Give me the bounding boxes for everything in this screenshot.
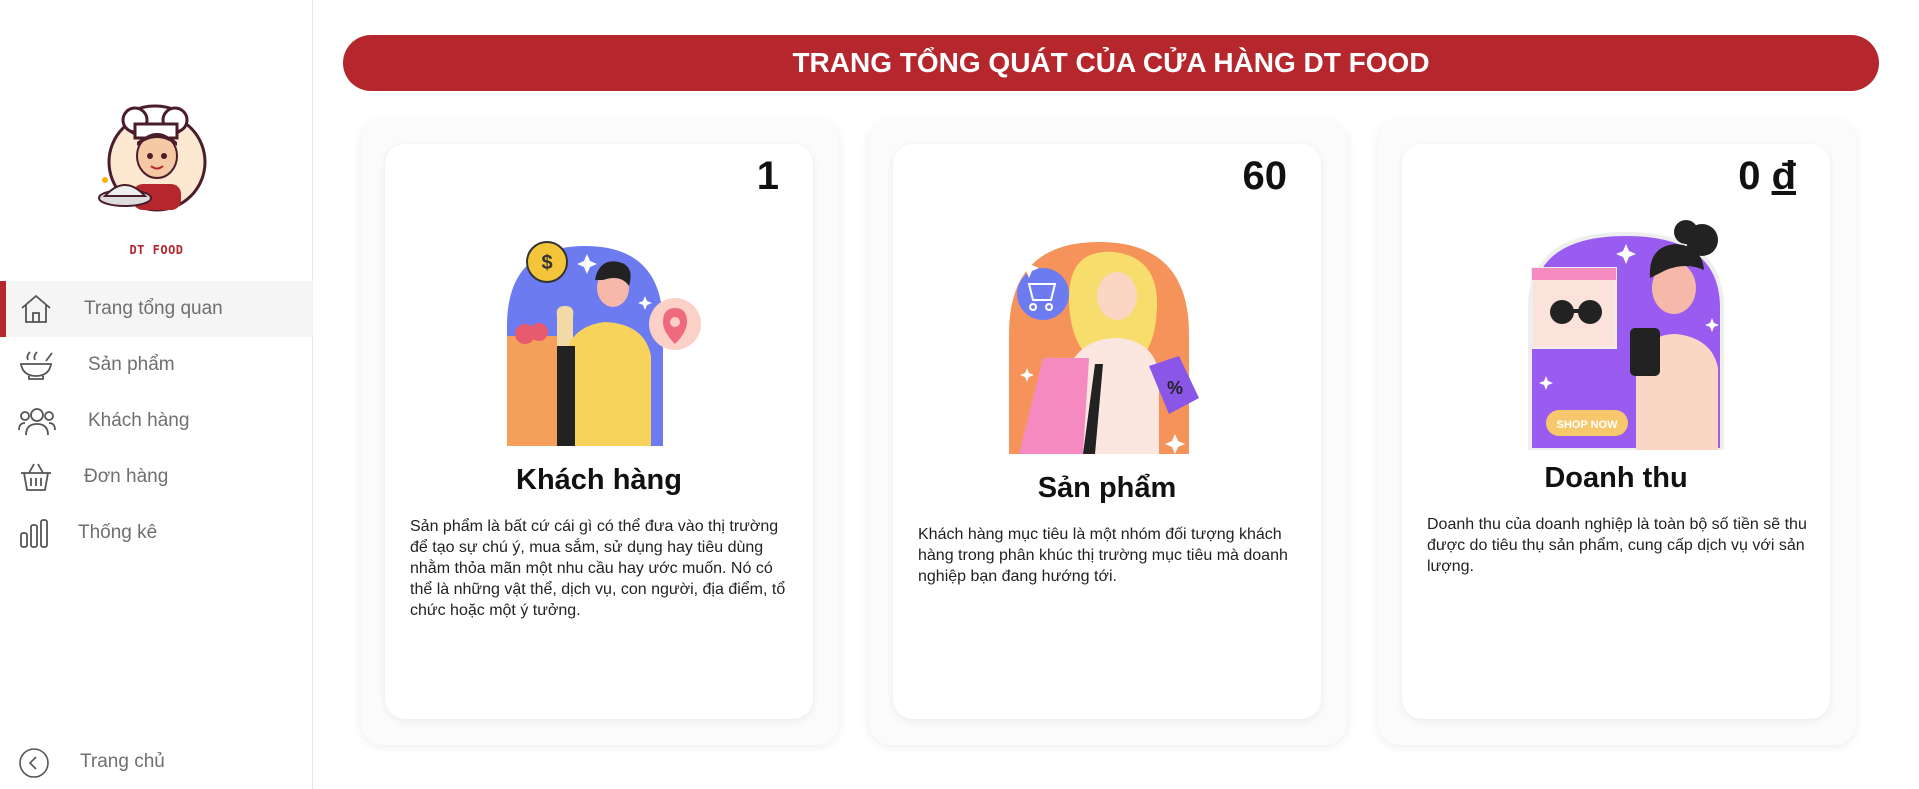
sidebar-item-label: Khách hàng xyxy=(88,410,190,431)
sidebar-item-label: Đơn hàng xyxy=(84,466,169,487)
card-description: Khách hàng mục tiêu là một nhóm đối tượn… xyxy=(918,526,1288,585)
app: DT FOOD Trang tổng quan Sản phẩm Khách h… xyxy=(0,0,1919,789)
revenue-amount: 0 đ xyxy=(1738,154,1796,199)
card-description: Doanh thu của doanh nghiệp là toàn bộ số… xyxy=(1427,516,1807,575)
revenue-illustration: SHOP NOW xyxy=(1526,218,1726,455)
sidebar-item-products[interactable]: Sản phẩm xyxy=(0,337,313,393)
sidebar-item-overview[interactable]: Trang tổng quan xyxy=(0,281,313,337)
bar-chart-icon xyxy=(18,517,54,549)
card-description: Sản phẩm là bất cứ cái gì có thể đưa vào… xyxy=(410,518,786,619)
customers-illustration: $ xyxy=(495,236,715,451)
home-icon xyxy=(18,293,54,325)
customers-card: 1 $ Khách hàng Sản phẩm là bất cứ cái gì… xyxy=(361,120,839,745)
chevron-left-circle-icon xyxy=(18,747,50,779)
svg-text:$: $ xyxy=(541,252,552,274)
shop-now-badge: SHOP NOW xyxy=(1557,419,1619,431)
revenue-value: 0 xyxy=(1738,154,1761,198)
users-icon xyxy=(18,405,56,437)
revenue-card: 0 đ SHOP NOW Doanh thu Doanh thu của doa… xyxy=(1378,120,1856,745)
card-inner: 0 đ SHOP NOW Doanh thu Doanh thu của doa… xyxy=(1402,144,1830,719)
sidebar-item-label: Trang tổng quan xyxy=(84,298,223,319)
products-card: 60 % Sản phẩm Khách hàng mục tiêu là một… xyxy=(869,120,1347,745)
card-title: Khách hàng xyxy=(516,464,682,496)
card-inner: 60 % Sản phẩm Khách hàng mục tiêu là một… xyxy=(893,144,1321,719)
sidebar-item-statistics[interactable]: Thống kê xyxy=(0,505,313,561)
sidebar: DT FOOD Trang tổng quan Sản phẩm Khách h… xyxy=(0,0,313,789)
sidebar-item-orders[interactable]: Đơn hàng xyxy=(0,449,313,505)
products-count: 60 xyxy=(1242,154,1288,198)
currency-unit: đ xyxy=(1771,154,1796,198)
sidebar-nav: Trang tổng quan Sản phẩm Khách hàng Đơn … xyxy=(0,281,313,561)
brand-name: DT FOOD xyxy=(129,243,184,257)
sidebar-item-customers[interactable]: Khách hàng xyxy=(0,393,313,449)
food-bowl-icon xyxy=(18,349,54,381)
basket-icon xyxy=(18,461,54,493)
card-title: Doanh thu xyxy=(1544,462,1688,494)
sidebar-item-label: Thống kê xyxy=(78,522,158,543)
card-inner: 1 $ Khách hàng Sản phẩm là bất cứ cái gì… xyxy=(385,144,813,719)
svg-text:%: % xyxy=(1167,378,1183,398)
products-illustration: % xyxy=(999,238,1219,459)
home-link-label: Trang chủ xyxy=(80,751,165,772)
chef-logo[interactable] xyxy=(95,96,215,218)
sidebar-item-label: Sản phẩm xyxy=(88,354,175,375)
page-title: TRANG TỔNG QUÁT CỦA CỬA HÀNG DT FOOD xyxy=(343,35,1879,91)
card-title: Sản phẩm xyxy=(1037,472,1177,504)
home-link[interactable]: Trang chủ xyxy=(0,742,313,782)
customers-count: 1 xyxy=(756,154,779,198)
